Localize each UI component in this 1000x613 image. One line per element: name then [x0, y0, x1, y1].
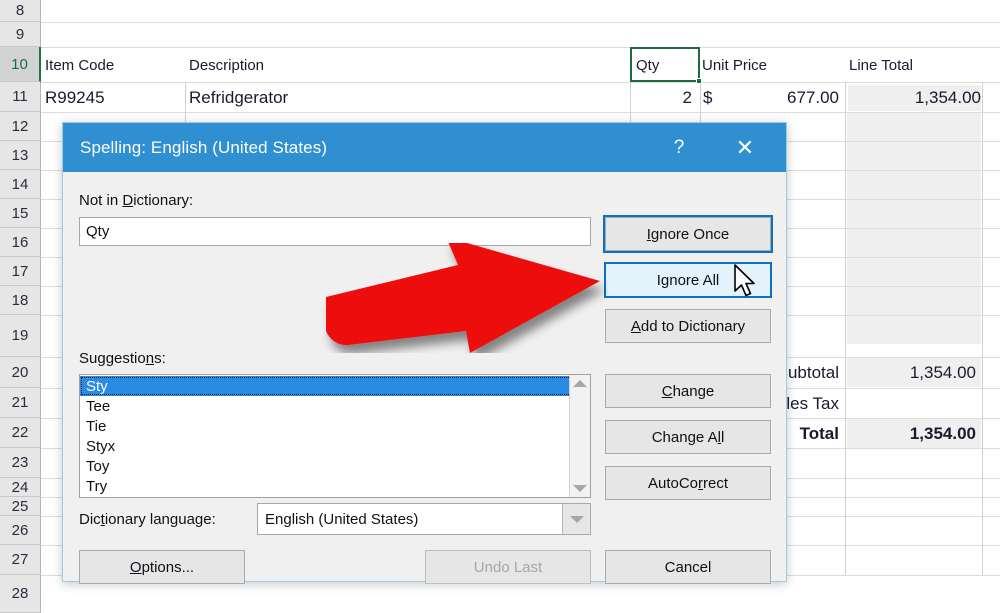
dictionary-language-value: English (United States) — [265, 510, 419, 528]
cell-line-total-empty[interactable] — [847, 287, 981, 315]
row-header-14[interactable]: 14 — [0, 170, 41, 199]
cell-line-total-empty[interactable] — [847, 142, 981, 170]
ignore-once-button[interactable]: Ignore Once — [603, 215, 773, 253]
row-header-21[interactable]: 21 — [0, 388, 41, 418]
cell-line-total-empty[interactable] — [847, 258, 981, 286]
not-in-dictionary-field[interactable]: Qty — [79, 217, 591, 246]
row-header-16[interactable]: 16 — [0, 228, 41, 257]
suggestion-item[interactable]: Toy — [80, 456, 590, 476]
row-header-13[interactable]: 13 — [0, 141, 41, 170]
suggestion-item[interactable]: Tie — [80, 416, 590, 436]
row-header-9[interactable]: 9 — [0, 22, 41, 47]
undo-last-button: Undo Last — [425, 550, 591, 584]
dialog-body: Not in Dictionary: Qty Suggestions: Sty T… — [63, 172, 786, 584]
column-header-description: Description — [189, 56, 265, 74]
scroll-down-chevron-icon[interactable] — [573, 485, 587, 492]
cell-line-total-empty[interactable] — [847, 316, 981, 344]
ignore-all-button[interactable]: Ignore All — [604, 262, 772, 298]
add-to-dictionary-button[interactable]: Add to Dictionary — [605, 309, 771, 343]
cell-line-total-empty[interactable] — [847, 113, 981, 141]
cell-qty[interactable]: 2 — [630, 85, 692, 111]
column-header-item-code: Item Code — [45, 56, 115, 74]
row-header-25[interactable]: 25 — [0, 497, 41, 516]
gridline — [982, 82, 983, 575]
fill-handle[interactable] — [696, 78, 702, 84]
suggestion-item[interactable]: Try — [80, 476, 590, 496]
gridline — [41, 22, 1000, 23]
not-in-dictionary-label: Not in Dictionary: — [79, 192, 194, 209]
totals-value-2[interactable]: 1,354.00 — [847, 419, 981, 448]
cell-description[interactable]: Refridgerator — [189, 85, 469, 111]
dictionary-language-select[interactable]: English (United States) — [257, 503, 591, 535]
row-header-12[interactable]: 12 — [0, 112, 41, 141]
row-header-18[interactable]: 18 — [0, 286, 41, 315]
dialog-titlebar: Spelling: English (United States) ? ✕ — [63, 123, 786, 172]
row-header-19[interactable]: 19 — [0, 315, 41, 357]
row-header-15[interactable]: 15 — [0, 199, 41, 228]
row-header-20[interactable]: 20 — [0, 357, 41, 388]
dictionary-language-label: Dictionary language: — [79, 511, 216, 528]
cell-line-total[interactable]: 1,354.00 — [848, 85, 981, 111]
question-mark-icon[interactable]: ? — [658, 123, 700, 172]
gridline — [845, 82, 846, 575]
row-header-23[interactable]: 23 — [0, 448, 41, 478]
cell-item-code[interactable]: R99245 — [45, 85, 185, 111]
chevron-down-icon[interactable] — [562, 504, 590, 534]
row-header-17[interactable]: 17 — [0, 257, 41, 286]
suggestions-label: Suggestions: — [79, 350, 166, 367]
options-button[interactable]: Options... — [79, 550, 245, 584]
cell-line-total-empty[interactable] — [847, 171, 981, 199]
row-header-gutter: 8 9 10 11 12 13 14 15 16 17 18 19 20 21 22 23 24 25 26 27 28 — [0, 0, 41, 613]
cell-line-total-empty[interactable] — [847, 200, 981, 228]
screenshot-root: 8 9 10 11 12 13 14 15 16 17 18 19 20 21 22 23 24 25 26 27 28… — [0, 0, 1000, 613]
suggestion-item[interactable]: Styx — [80, 436, 590, 456]
cell-unit-price[interactable]: 677.00 — [703, 85, 839, 111]
column-header-line-total: Line Total — [849, 56, 913, 74]
close-x-icon[interactable]: ✕ — [722, 123, 768, 172]
row-header-27[interactable]: 27 — [0, 545, 41, 575]
suggestions-items: Sty Tee Tie Styx Toy Try — [80, 375, 590, 496]
dialog-title: Spelling: English (United States) — [80, 137, 328, 157]
spelling-dialog: Spelling: English (United States) ? ✕ No… — [62, 122, 787, 584]
row-header-24[interactable]: 24 — [0, 478, 41, 497]
row-header-8[interactable]: 8 — [0, 0, 41, 22]
row-header-10[interactable]: 10 — [0, 47, 41, 82]
row-header-26[interactable]: 26 — [0, 516, 41, 545]
cell-line-total-empty[interactable] — [847, 229, 981, 257]
suggestions-listbox[interactable]: Sty Tee Tie Styx Toy Try — [79, 374, 591, 498]
totals-value-0[interactable]: 1,354.00 — [847, 358, 981, 387]
row-header-22[interactable]: 22 — [0, 418, 41, 448]
row-header-28[interactable]: 28 — [0, 575, 41, 613]
suggestion-item[interactable]: Tee — [80, 396, 590, 416]
gridline — [41, 47, 1000, 48]
suggestions-scrollbar[interactable] — [569, 375, 590, 497]
cancel-button[interactable]: Cancel — [605, 550, 771, 584]
column-header-unit-price: Unit Price — [702, 56, 768, 74]
autocorrect-button[interactable]: AutoCorrect — [605, 466, 771, 500]
row-header-11[interactable]: 11 — [0, 82, 41, 112]
change-button[interactable]: Change — [605, 374, 771, 408]
change-all-button[interactable]: Change All — [605, 420, 771, 454]
column-header-qty: Qty — [636, 56, 660, 74]
suggestion-item[interactable]: Sty — [80, 376, 590, 396]
scroll-up-chevron-icon[interactable] — [573, 380, 587, 387]
